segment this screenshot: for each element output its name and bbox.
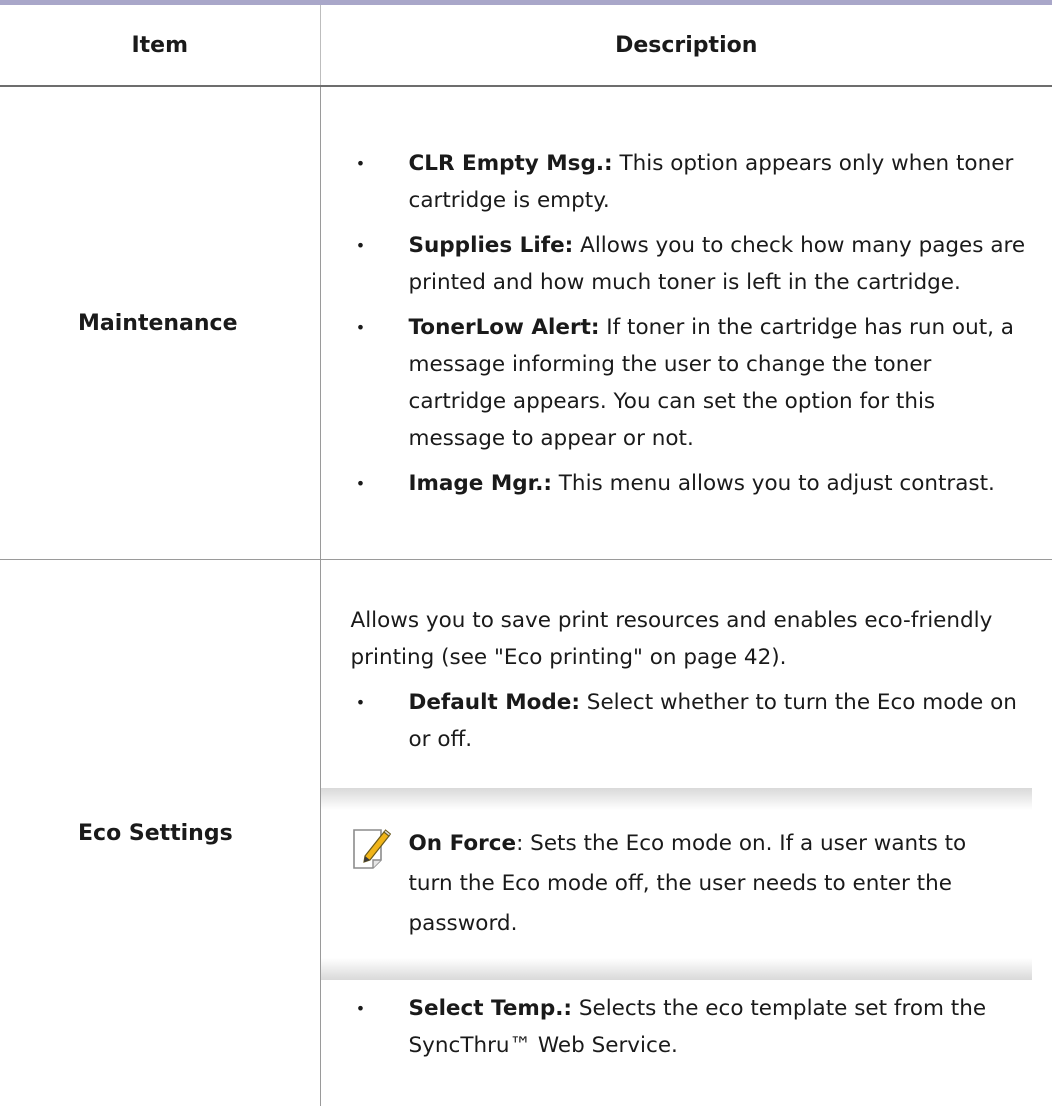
list-item: • Supplies Life: Allows you to check how… — [351, 227, 1033, 301]
term-label: Default Mode: — [408, 690, 580, 715]
header-row: Item Description — [0, 5, 1052, 87]
description-cell: Allows you to save print resources and e… — [319, 559, 1052, 1106]
term-label: TonerLow Alert: — [408, 314, 600, 340]
table-row-maintenance: Maintenance • CLR Empty Msg.: This optio… — [0, 86, 1052, 560]
description-cell: • CLR Empty Msg.: This option appears on… — [319, 86, 1052, 560]
term-label: Select Temp.: — [408, 996, 572, 1021]
intro-text: Allows you to save print resources and e… — [350, 608, 993, 670]
list-item: • Image Mgr.: This menu allows you to ad… — [351, 465, 1033, 502]
list-item: • Select Temp.: Selects the eco template… — [351, 990, 1033, 1064]
bullet-icon: • — [355, 235, 366, 255]
note-pencil-icon — [351, 826, 391, 872]
bullet-list: • Select Temp.: Selects the eco template… — [351, 990, 1033, 1064]
list-item: • Default Mode: Select whether to turn t… — [351, 684, 1033, 758]
bullet-list: • Default Mode: Select whether to turn t… — [351, 684, 1033, 758]
term-label: Image Mgr.: — [408, 470, 552, 496]
term-description: This menu allows you to adjust contrast. — [551, 470, 995, 496]
list-item: • CLR Empty Msg.: This option appears on… — [351, 145, 1033, 219]
bullet-list: • CLR Empty Msg.: This option appears on… — [351, 145, 1033, 502]
bullet-icon: • — [355, 153, 366, 173]
item-name: Maintenance — [0, 86, 320, 560]
note-box: On Force: Sets the Eco mode on. If a use… — [320, 788, 1032, 980]
description-header: Description — [319, 5, 1052, 87]
manual-page: Item Description Maintenance • CLR Empty… — [0, 0, 1052, 1108]
bullet-icon: • — [355, 317, 366, 337]
bullet-icon: • — [355, 999, 366, 1018]
note-term: On Force — [408, 831, 517, 856]
term-label: CLR Empty Msg.: — [408, 150, 613, 176]
list-item: • TonerLow Alert: If toner in the cartri… — [351, 309, 1033, 457]
table-row-eco-settings: Eco Settings Allows you to save print re… — [0, 559, 1052, 1106]
bullet-icon: • — [355, 693, 366, 712]
bullet-icon: • — [355, 473, 366, 493]
term-label: Supplies Life: — [408, 232, 574, 258]
item-name: Eco Settings — [78, 820, 233, 846]
item-header: Item — [0, 5, 320, 87]
settings-table: Item Description Maintenance • CLR Empty… — [0, 5, 1052, 1106]
